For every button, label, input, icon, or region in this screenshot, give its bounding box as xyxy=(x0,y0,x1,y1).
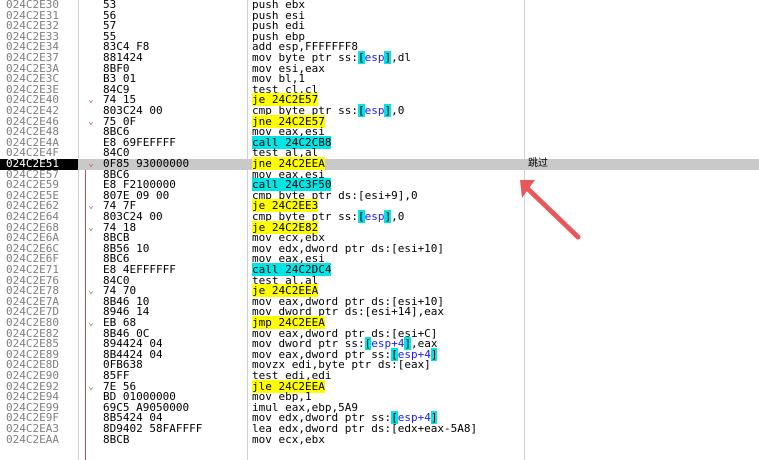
disassembly-view[interactable]: 024C2E30 53 push ebx 024C2E31 56 push esi 024C… xyxy=(0,0,759,460)
annotation-arrow-icon xyxy=(520,180,581,240)
